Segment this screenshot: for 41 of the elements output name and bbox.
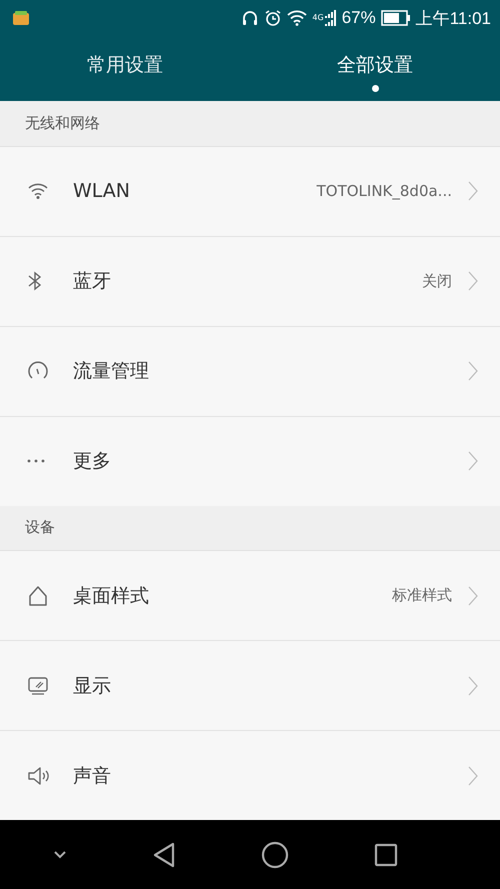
item-label: 显示 — [73, 674, 112, 699]
network-type: 4G — [312, 12, 324, 22]
wifi-icon — [27, 182, 49, 200]
alarm-icon — [264, 9, 282, 27]
wifi-icon — [287, 10, 308, 26]
item-value: 关闭 — [422, 272, 452, 291]
home-icon — [27, 584, 49, 607]
signal-icon — [324, 9, 337, 27]
chevron-icon — [468, 766, 478, 786]
item-label: 桌面样式 — [73, 584, 150, 609]
item-label: WLAN — [73, 180, 132, 202]
chevron-icon — [468, 271, 478, 292]
item-label: 流量管理 — [73, 359, 150, 384]
speaker-icon — [27, 764, 51, 787]
battery-icon — [380, 10, 411, 26]
tab[interactable]: 全部设置 — [250, 36, 500, 101]
item-label: 声音 — [73, 764, 112, 789]
headphones-icon — [241, 9, 260, 27]
section-header: 设备 — [0, 506, 500, 552]
monitor-icon — [27, 676, 49, 696]
home-button-icon[interactable] — [260, 840, 288, 869]
chevron-icon — [468, 181, 478, 202]
bluetooth-icon — [27, 270, 43, 292]
settings-item[interactable]: 流量管理 — [0, 326, 500, 417]
chevron-down-icon[interactable] — [52, 850, 66, 859]
item-label: 更多 — [73, 449, 112, 474]
more-icon — [27, 459, 45, 464]
back-icon[interactable] — [152, 842, 176, 868]
chevron-icon — [468, 361, 478, 382]
chevron-icon — [468, 451, 478, 472]
battery-percent: 67% — [342, 8, 376, 28]
item-label: 蓝牙 — [73, 269, 112, 294]
tab[interactable]: 常用设置 — [0, 36, 250, 101]
item-value: 标准样式 — [392, 586, 452, 606]
chevron-icon — [468, 676, 478, 696]
item-value: TOTOLINK_8d0a... — [316, 182, 452, 200]
app-icon — [12, 10, 30, 26]
section-header: 无线和网络 — [0, 101, 500, 147]
recent-apps-icon[interactable] — [374, 842, 398, 867]
chevron-icon — [468, 586, 478, 606]
clock-time: 上午11:01 — [416, 8, 491, 30]
